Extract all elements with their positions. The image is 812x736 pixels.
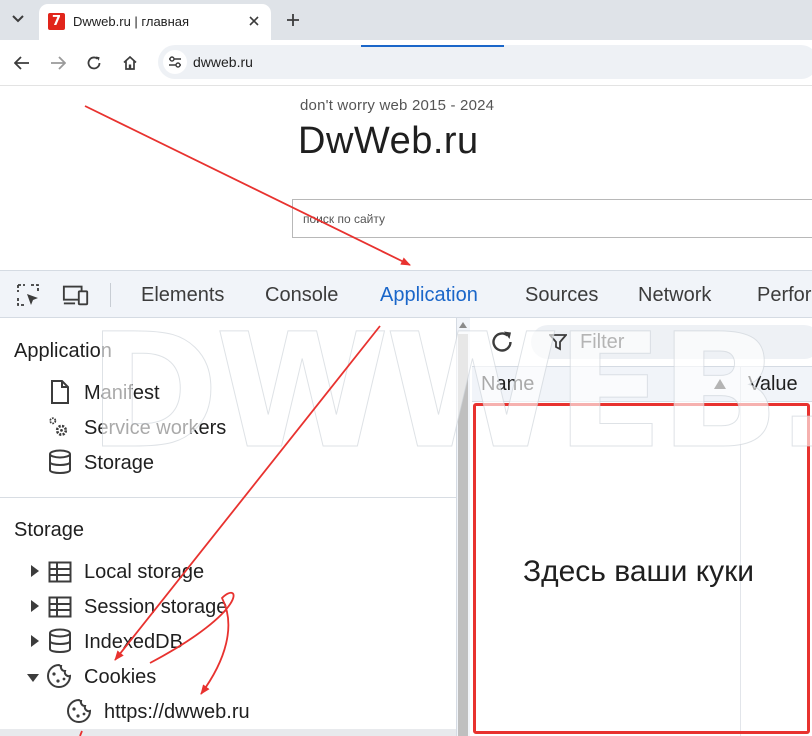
collapse-arrow-icon[interactable] <box>26 671 40 685</box>
home-icon[interactable] <box>118 51 142 75</box>
new-tab-plus-icon[interactable] <box>282 9 304 31</box>
active-tab-indicator <box>361 45 504 47</box>
filter-placeholder: Filter <box>580 331 625 353</box>
browser-tabstrip: 7 Dwweb.ru | главная <box>0 0 812 40</box>
site-info-tune-icon[interactable] <box>163 50 187 74</box>
column-separator <box>740 367 741 403</box>
tab-console[interactable]: Console <box>265 284 338 307</box>
device-toolbar-icon[interactable] <box>62 282 90 308</box>
expand-arrow-icon[interactable] <box>28 634 42 648</box>
url-text[interactable]: dwweb.ru <box>193 54 253 70</box>
browser-tab-active[interactable]: 7 Dwweb.ru | главная <box>39 4 271 40</box>
refresh-icon[interactable] <box>487 327 517 357</box>
filter-icon <box>549 334 567 351</box>
devtools-tabbar: Elements Console Application Sources Net… <box>0 270 812 318</box>
sidebar-header-storage: Storage <box>14 519 85 541</box>
sidebar-item-indexeddb[interactable]: IndexedDB <box>84 631 183 654</box>
cookie-toolbar: Filter <box>472 318 812 366</box>
tab-search-chevron-icon[interactable] <box>7 8 29 30</box>
tab-sources[interactable]: Sources <box>525 284 598 307</box>
sidebar-selection-highlight <box>0 729 456 736</box>
inspect-element-icon[interactable] <box>14 282 42 308</box>
cookie-icon <box>66 698 92 724</box>
sort-ascending-icon[interactable] <box>713 378 727 390</box>
cookie-filter-input[interactable]: Filter <box>531 325 812 359</box>
back-arrow-icon[interactable] <box>10 51 34 75</box>
tab-network[interactable]: Network <box>638 284 711 307</box>
reload-icon[interactable] <box>82 51 106 75</box>
tab-elements[interactable]: Elements <box>141 284 224 307</box>
tab-performance[interactable]: Perfor <box>757 284 811 307</box>
site-favicon-icon: 7 <box>48 13 65 30</box>
sidebar-item-local-storage[interactable]: Local storage <box>84 561 204 584</box>
sidebar-item-service-workers[interactable]: Service workers <box>84 417 226 440</box>
sidebar-item-storage[interactable]: Storage <box>84 452 154 475</box>
tab-application[interactable]: Application <box>380 284 478 307</box>
cookies-annotation-text: Здесь ваши куки <box>523 555 755 588</box>
gears-icon <box>45 413 71 439</box>
document-icon <box>47 379 73 405</box>
cookie-icon <box>46 663 72 689</box>
column-header-value[interactable]: Value <box>748 373 798 396</box>
database-icon <box>47 449 73 475</box>
sidebar-header-application: Application <box>14 340 112 362</box>
table-icon <box>47 559 73 585</box>
sidebar-item-session-storage[interactable]: Session storage <box>84 596 227 619</box>
database-icon <box>47 628 73 654</box>
table-icon <box>47 594 73 620</box>
tab-title: Dwweb.ru | главная <box>73 14 190 29</box>
column-header-name[interactable]: Name <box>481 373 534 396</box>
scroll-up-arrow-icon[interactable] <box>459 321 467 329</box>
address-bar[interactable]: dwweb.ru <box>158 45 812 79</box>
expand-arrow-icon[interactable] <box>28 599 42 613</box>
sidebar-item-manifest[interactable]: Manifest <box>84 382 160 405</box>
sidebar-scrollbar[interactable] <box>458 334 468 736</box>
cookie-table-header: Name Value <box>472 366 812 403</box>
site-search-input[interactable] <box>292 199 812 238</box>
site-title[interactable]: DwWeb.ru <box>298 120 479 163</box>
expand-arrow-icon[interactable] <box>28 564 42 578</box>
sidebar-divider <box>0 497 456 498</box>
toolbar-separator <box>110 283 111 307</box>
site-tagline: don't worry web 2015 - 2024 <box>300 97 495 114</box>
sidebar-item-cookies[interactable]: Cookies <box>84 666 156 689</box>
forward-arrow-icon[interactable] <box>46 51 70 75</box>
sidebar-item-cookie-origin[interactable]: https://dwweb.ru <box>104 701 250 724</box>
close-tab-icon[interactable] <box>245 12 263 30</box>
